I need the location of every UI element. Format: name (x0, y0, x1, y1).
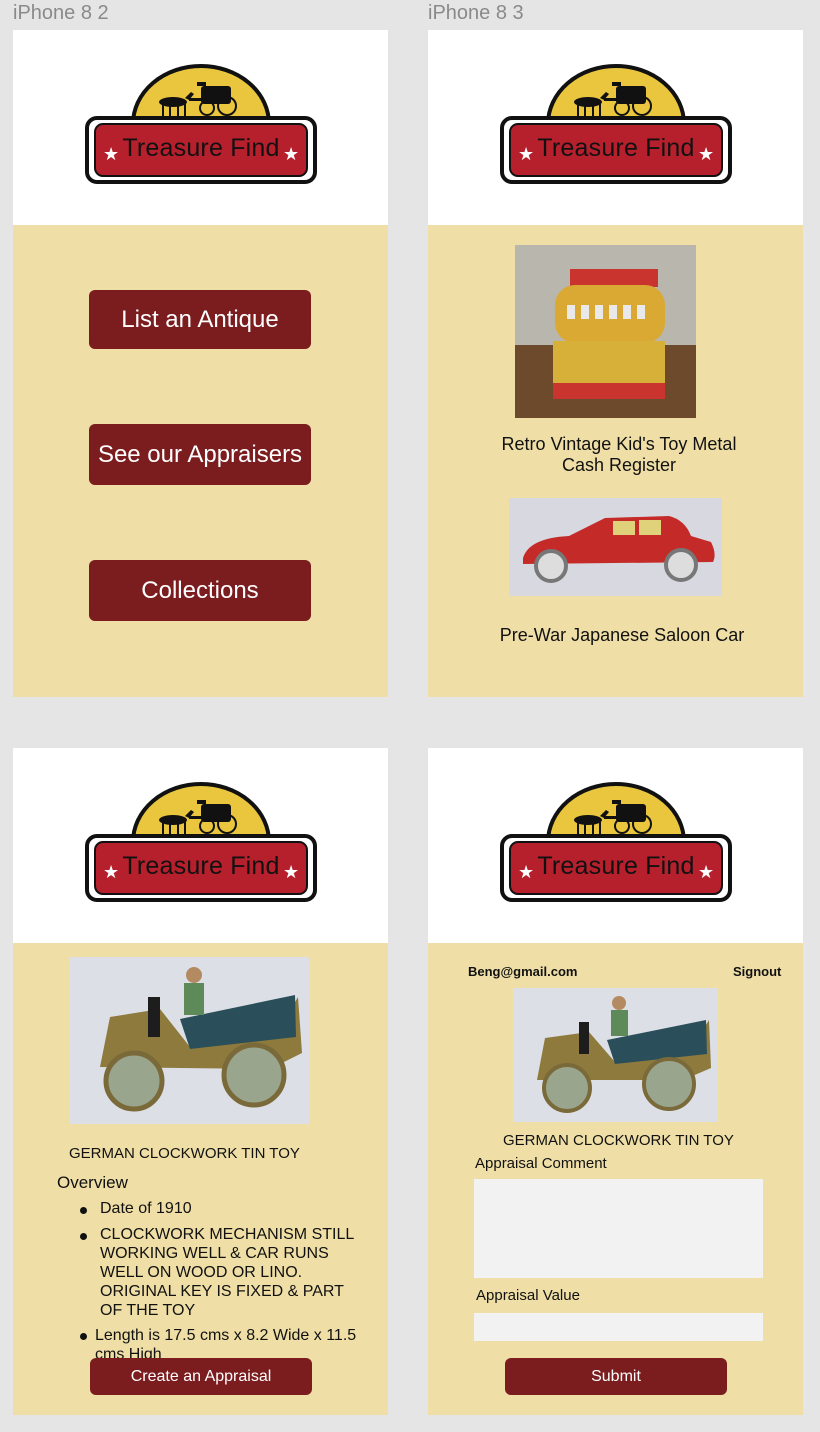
create-appraisal-button[interactable]: Create an Appraisal (90, 1358, 312, 1395)
appraisal-value-field[interactable] (474, 1313, 763, 1341)
collection-item-title-saloon-car[interactable]: Pre-War Japanese Saloon Car (480, 625, 764, 646)
treasure-find-logo: ★ ★ Treasure Find (500, 780, 732, 904)
bullet-text: Date of 1910 (100, 1200, 192, 1217)
see-appraisers-button[interactable]: See our Appraisers (89, 424, 311, 485)
artboard-label-iphone-8-2: iPhone 8 2 (13, 2, 109, 24)
appraisal-comment-field[interactable] (474, 1179, 763, 1278)
logo-text: Treasure Find (122, 134, 280, 162)
app-header: ★ ★ Treasure Find (13, 748, 388, 943)
logo-text: Treasure Find (122, 852, 280, 880)
treasure-find-logo: ★ ★ Treasure Find (85, 62, 317, 186)
list-item: Date of 1910 (79, 1199, 369, 1218)
treasure-find-logo: ★ ★ Treasure Find (500, 62, 732, 186)
treasure-find-logo: ★ ★ Treasure Find (85, 780, 317, 904)
app-header: ★ ★ Treasure Find (13, 30, 388, 225)
submit-button[interactable]: Submit (505, 1358, 727, 1395)
overview-bullet-list: Date of 1910 CLOCKWORK MECHANISM STILL W… (79, 1199, 369, 1364)
appraisal-form-screen: ★ ★ Treasure Find Beng@gmail.com Signout… (428, 748, 803, 1415)
collection-screen: ★ ★ Treasure Find Retro Vintage Kid's To… (428, 30, 803, 697)
bullet-text: CLOCKWORK MECHANISM STILL WORKING WELL &… (100, 1226, 354, 1319)
app-header: ★ ★ Treasure Find (428, 30, 803, 225)
saloon-car-photo[interactable] (509, 498, 722, 596)
overview-heading: Overview (57, 1173, 128, 1192)
list-item: CLOCKWORK MECHANISM STILL WORKING WELL &… (79, 1225, 362, 1320)
cash-register-photo[interactable] (515, 245, 696, 418)
app-header: ★ ★ Treasure Find (428, 748, 803, 943)
user-email: Beng@gmail.com (468, 964, 578, 979)
signout-link[interactable]: Signout (733, 964, 781, 979)
list-antique-button[interactable]: List an Antique (89, 290, 311, 349)
collections-button[interactable]: Collections (89, 560, 311, 621)
collection-item-title-cash-register[interactable]: Retro Vintage Kid's Toy Metal Cash Regis… (480, 434, 758, 476)
tin-toy-photo (513, 988, 718, 1122)
logo-text: Treasure Find (537, 134, 695, 162)
item-title: GERMAN CLOCKWORK TIN TOY (503, 1132, 734, 1149)
item-title: GERMAN CLOCKWORK TIN TOY (69, 1145, 300, 1162)
logo-text: Treasure Find (537, 852, 695, 880)
appraisal-comment-label: Appraisal Comment (475, 1155, 607, 1172)
item-detail-screen: ★ ★ Treasure Find GERMAN CLOCKWORK TIN T… (13, 748, 388, 1415)
artboard-label-iphone-8-3: iPhone 8 3 (428, 2, 524, 24)
menu-screen: ★ ★ Treasure Find List an Antique See ou… (13, 30, 388, 697)
tin-toy-photo (70, 957, 310, 1124)
appraisal-value-label: Appraisal Value (476, 1287, 580, 1304)
